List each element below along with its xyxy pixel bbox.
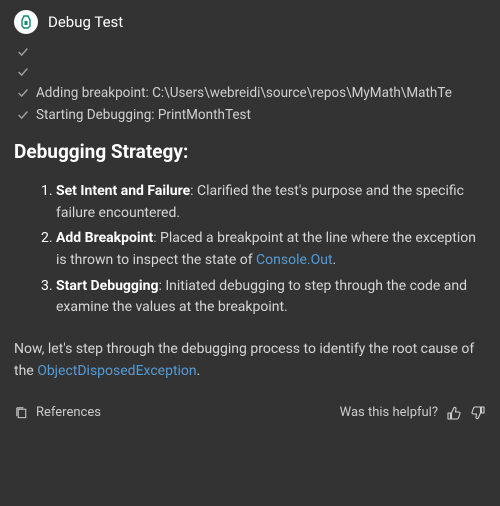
feedback-group: Was this helpful?: [340, 405, 486, 421]
panel-title: Debug Test: [48, 13, 123, 31]
debug-test-icon: [14, 10, 38, 34]
panel-footer: References Was this helpful?: [14, 405, 486, 421]
strategy-heading: Debugging Strategy:: [14, 140, 486, 163]
progress-step: Starting Debugging: PrintMonthTest: [14, 104, 486, 126]
check-icon: [16, 45, 30, 59]
code-link-console-out[interactable]: Console.Out: [256, 252, 333, 268]
body-suffix: .: [197, 363, 201, 379]
progress-step: [14, 42, 486, 62]
progress-label: Adding breakpoint: C:\Users\webreidi\sou…: [36, 85, 452, 101]
step-desc-suffix: .: [333, 252, 337, 268]
check-icon: [16, 65, 30, 79]
step-title: Add Breakpoint: [56, 230, 153, 246]
check-icon: [16, 108, 30, 122]
panel-header: Debug Test: [14, 10, 486, 34]
progress-step: [14, 62, 486, 82]
thumbs-down-icon[interactable]: [470, 405, 486, 421]
body-paragraph: Now, let's step through the debugging pr…: [14, 339, 486, 382]
helpful-label: Was this helpful?: [340, 405, 438, 420]
list-item: Set Intent and Failure: Clarified the te…: [56, 181, 476, 224]
step-title: Start Debugging: [56, 278, 158, 294]
list-item: Add Breakpoint: Placed a breakpoint at t…: [56, 228, 476, 271]
references-button[interactable]: References: [14, 405, 101, 420]
code-link-exception[interactable]: ObjectDisposedException: [37, 363, 196, 379]
list-item: Start Debugging: Initiated debugging to …: [56, 276, 476, 319]
thumbs-up-icon[interactable]: [446, 405, 462, 421]
progress-step: Adding breakpoint: C:\Users\webreidi\sou…: [14, 82, 486, 104]
step-title: Set Intent and Failure: [56, 183, 190, 199]
references-label: References: [36, 405, 101, 420]
progress-label: Starting Debugging: PrintMonthTest: [36, 107, 251, 123]
check-icon: [16, 86, 30, 100]
strategy-steps-list: Set Intent and Failure: Clarified the te…: [14, 181, 486, 319]
copy-icon: [14, 405, 29, 420]
